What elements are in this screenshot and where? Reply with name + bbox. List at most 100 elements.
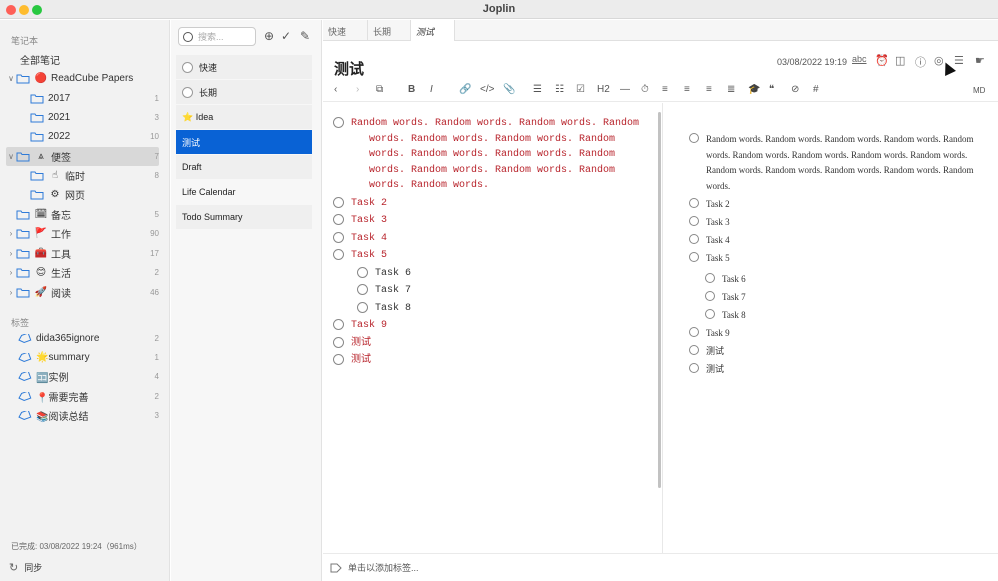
markdown-task-line[interactable]: Task 3 — [333, 213, 387, 229]
task-circle-icon[interactable] — [357, 284, 368, 295]
markdown-task-line[interactable]: Random words. Random words. Random words… — [333, 116, 639, 194]
sidebar-tag-item[interactable]: dida365ignore 2 — [6, 329, 159, 348]
sidebar-notebook-item[interactable]: 🗓 备忘 5 — [6, 205, 159, 224]
task-circle-icon[interactable] — [689, 216, 699, 226]
italic-button[interactable]: I — [430, 84, 433, 95]
task-circle-icon[interactable] — [333, 232, 344, 243]
chevron-right-icon[interactable]: › — [6, 249, 16, 258]
numbered-list-icon[interactable]: ☷ — [555, 84, 564, 95]
task-circle-icon[interactable] — [333, 214, 344, 225]
align-center-icon[interactable]: ≡ — [684, 84, 690, 95]
bold-button[interactable]: B — [408, 84, 415, 95]
tab-ceshi[interactable]: 测试 — [411, 20, 455, 41]
sidebar-notebook-item[interactable]: › 🧰 工具 17 — [6, 244, 159, 263]
sidebar-notebook-item[interactable]: 全部笔记 — [6, 50, 159, 69]
toc-icon[interactable]: ☰ — [954, 54, 964, 67]
spellcheck-button[interactable]: abc — [852, 54, 867, 64]
check-icon[interactable]: ✓ — [279, 29, 293, 43]
sidebar-notebook-item[interactable]: › 🚩 工作 90 — [6, 224, 159, 243]
hashtag-icon[interactable]: # — [813, 84, 819, 95]
todo-checkbox[interactable] — [182, 61, 193, 73]
markdown-task-line[interactable]: 测试 — [333, 353, 371, 369]
chevron-down-icon[interactable]: ∨ — [6, 152, 16, 161]
task-circle-icon[interactable] — [689, 198, 699, 208]
insert-time-icon[interactable]: ⏱ — [641, 84, 649, 95]
forward-button[interactable]: › — [356, 84, 359, 95]
justify-icon[interactable]: ≣ — [727, 84, 735, 95]
tag-bar[interactable]: 单击以添加标签... — [323, 553, 998, 581]
note-list-item[interactable]: Draft — [176, 155, 312, 179]
new-todo-button[interactable]: ⊕ — [262, 29, 276, 43]
attachment-icon[interactable]: 📎 — [503, 84, 515, 95]
sidebar-tag-item[interactable]: 🌟summary 1 — [6, 348, 159, 367]
checklist-icon[interactable]: ☑ — [576, 84, 585, 95]
sidebar-notebook-item[interactable]: ⚙ 网页 — [6, 185, 159, 204]
graduation-cap-icon[interactable]: 🎓 — [748, 84, 760, 95]
sidebar-notebook-item[interactable]: 2021 3 — [6, 108, 159, 127]
note-list-item[interactable]: Life Calendar — [176, 180, 312, 204]
note-list-item[interactable]: ⭐ Idea — [176, 105, 312, 129]
layout-toggle-icon[interactable]: ◫ — [895, 54, 905, 67]
heading-button[interactable]: H2 — [597, 84, 610, 95]
task-circle-icon[interactable] — [333, 249, 344, 260]
task-circle-icon[interactable] — [689, 133, 699, 143]
task-circle-icon[interactable] — [705, 309, 715, 319]
new-note-button[interactable]: ✎ — [298, 29, 312, 43]
markdown-task-line[interactable]: 测试 — [333, 336, 371, 352]
task-circle-icon[interactable] — [333, 319, 344, 330]
code-icon[interactable]: </> — [480, 84, 494, 95]
search-input[interactable]: 搜索... — [178, 27, 256, 46]
note-list-item[interactable]: 长期 — [176, 80, 312, 104]
link-icon[interactable]: 🔗 — [459, 84, 471, 95]
alarm-icon[interactable]: ⏰ — [875, 54, 889, 67]
sidebar-tag-item[interactable]: 📚阅读总结 3 — [6, 406, 159, 425]
note-list-item[interactable]: 快速 — [176, 55, 312, 79]
markdown-task-line[interactable]: Task 7 — [357, 283, 411, 299]
tab-kuaisu[interactable]: 快速 — [323, 20, 368, 41]
sidebar-notebook-item[interactable]: 2022 10 — [6, 127, 159, 146]
chevron-down-icon[interactable]: ∨ — [6, 74, 16, 83]
note-list-item[interactable]: 测试 — [176, 130, 312, 154]
info-icon[interactable]: ⓘ — [915, 54, 926, 70]
markdown-task-line[interactable]: Task 4 — [333, 231, 387, 247]
task-circle-icon[interactable] — [705, 291, 715, 301]
chevron-right-icon[interactable]: › — [6, 229, 16, 238]
back-button[interactable]: ‹ — [334, 84, 337, 95]
hand-pointer-icon[interactable]: ☛ — [975, 54, 985, 67]
markdown-task-line[interactable]: Task 2 — [333, 196, 387, 212]
markdown-task-line[interactable]: Task 9 — [333, 318, 387, 334]
task-circle-icon[interactable] — [357, 267, 368, 278]
chevron-right-icon[interactable]: › — [6, 268, 16, 277]
task-circle-icon[interactable] — [689, 234, 699, 244]
task-circle-icon[interactable] — [705, 273, 715, 283]
sidebar-notebook-item[interactable]: › 😊 生活 2 — [6, 263, 159, 282]
sidebar-notebook-item[interactable]: › 🚀 阅读 46 — [6, 283, 159, 302]
task-circle-icon[interactable] — [333, 117, 344, 128]
spell-check-circle-icon[interactable]: ⊘ — [791, 84, 799, 95]
quote-icon[interactable]: ❝ — [769, 84, 774, 95]
chevron-right-icon[interactable]: › — [6, 288, 16, 297]
sidebar-notebook-item[interactable]: ∨ 🔴 ReadCube Papers — [6, 69, 159, 88]
markdown-task-line[interactable]: Task 6 — [357, 266, 411, 282]
sidebar-notebook-item[interactable]: 2017 1 — [6, 89, 159, 108]
note-title[interactable]: 测试 — [334, 58, 364, 79]
align-right-icon[interactable]: ≡ — [706, 84, 712, 95]
external-edit-icon[interactable]: ⧉ — [376, 84, 383, 95]
markdown-task-line[interactable]: Task 8 — [357, 301, 411, 317]
note-list-item[interactable]: Todo Summary — [176, 205, 312, 229]
task-circle-icon[interactable] — [689, 252, 699, 262]
editor-scrollbar[interactable] — [658, 112, 661, 488]
markdown-task-line[interactable]: Task 5 — [333, 248, 387, 264]
task-circle-icon[interactable] — [689, 345, 699, 355]
sidebar-notebook-item[interactable]: ∨ ⩓ 便签 7 — [6, 147, 159, 166]
horizontal-rule-icon[interactable]: — — [620, 84, 630, 95]
bullet-list-icon[interactable]: ☰ — [533, 84, 542, 95]
todo-checkbox[interactable] — [182, 86, 193, 98]
task-circle-icon[interactable] — [689, 327, 699, 337]
task-circle-icon[interactable] — [357, 302, 368, 313]
sidebar-tag-item[interactable]: 📍需要完善 2 — [6, 387, 159, 406]
task-circle-icon[interactable] — [333, 354, 344, 365]
sync-button[interactable]: ↻ 同步 — [9, 561, 42, 574]
task-circle-icon[interactable] — [333, 337, 344, 348]
sidebar-tag-item[interactable]: 🈁实例 4 — [6, 367, 159, 386]
